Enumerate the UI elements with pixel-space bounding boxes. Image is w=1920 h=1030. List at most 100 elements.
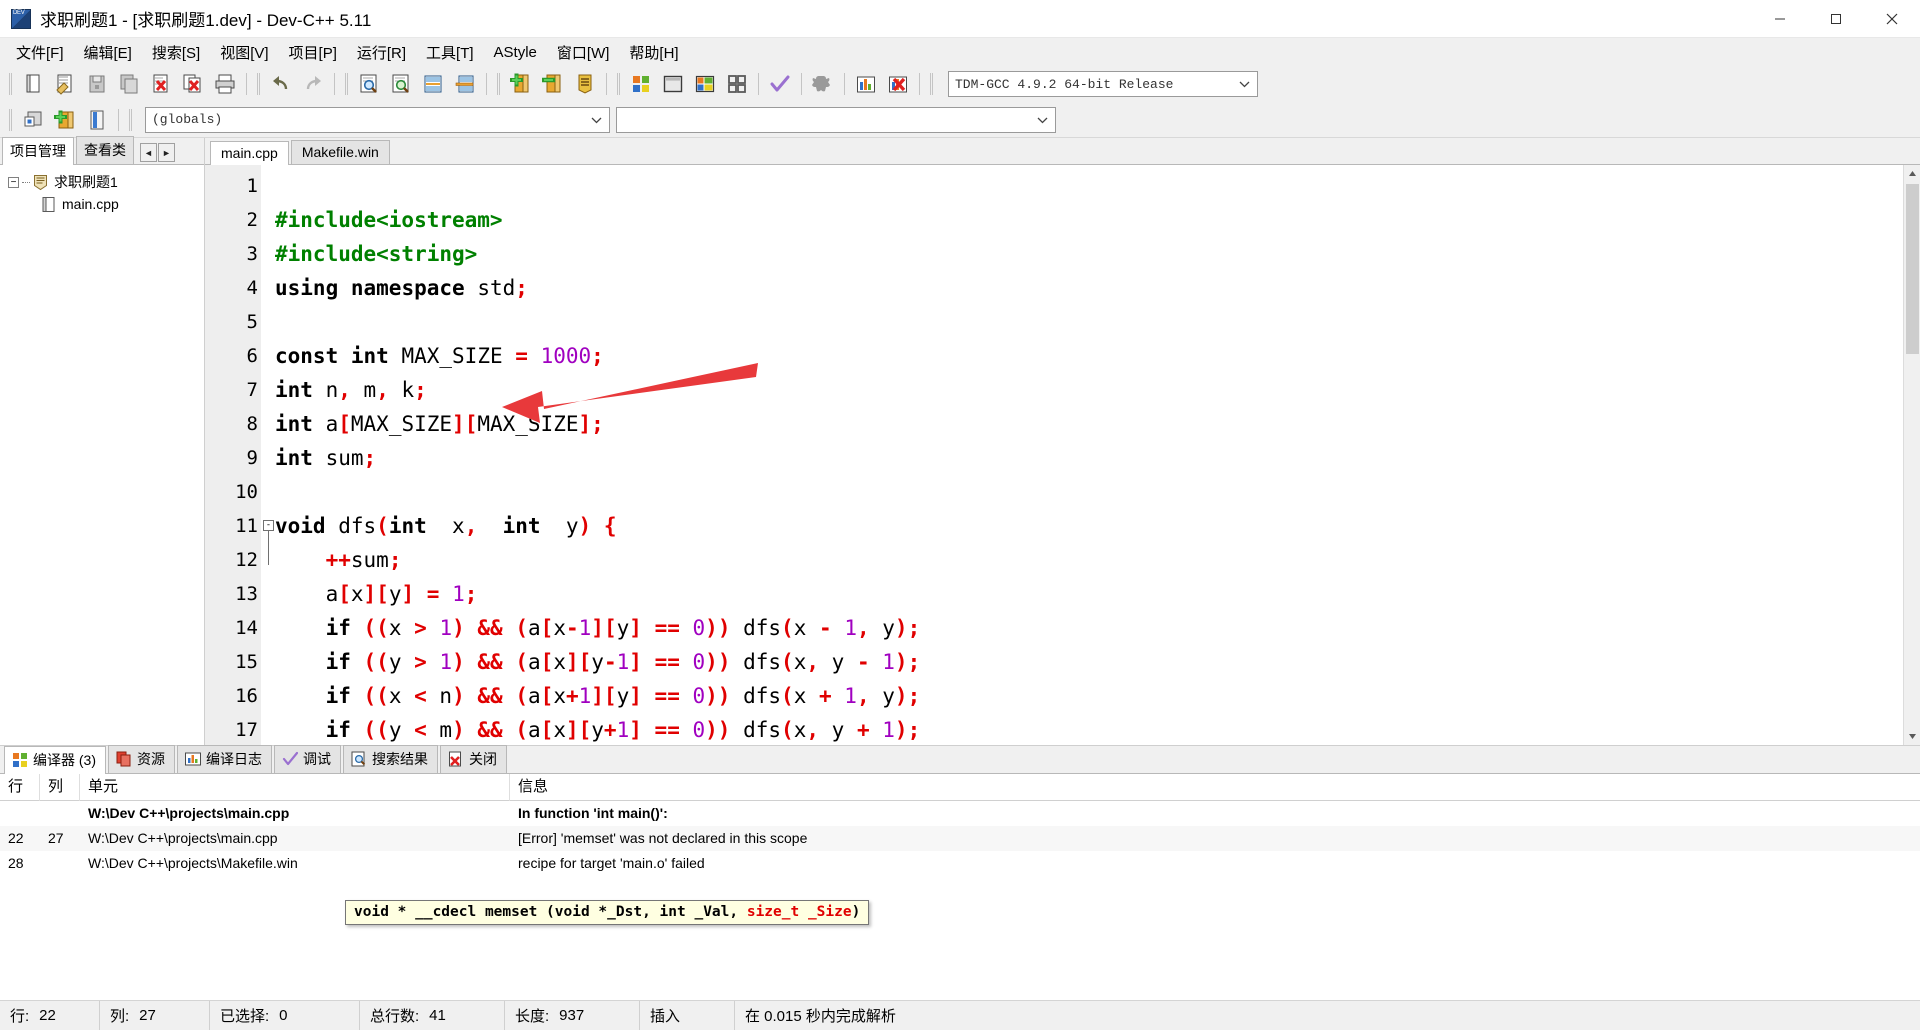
tab-compile-log[interactable]: 编译日志 [177, 745, 272, 773]
code-line[interactable]: #include<iostream> [275, 203, 1903, 237]
fold-toggle-icon[interactable]: - [263, 520, 274, 531]
menu-window[interactable]: 窗口[W] [547, 38, 620, 67]
undo-icon[interactable] [266, 69, 296, 99]
member-combobox[interactable] [616, 106, 1056, 133]
code-line[interactable]: #include<string> [275, 237, 1903, 271]
code-text[interactable]: #include<iostream> #include<string> using … [261, 165, 1903, 745]
redo-icon[interactable] [298, 69, 328, 99]
toolbar-grip[interactable] [9, 73, 12, 95]
menu-search[interactable]: 搜索[S] [142, 38, 210, 67]
scroll-up-button[interactable] [1903, 165, 1920, 182]
compile-icon[interactable] [626, 69, 656, 99]
scroll-left-button[interactable]: ◄ [140, 143, 157, 162]
scrollbar-track[interactable] [1903, 356, 1920, 728]
menu-help[interactable]: 帮助[H] [619, 38, 688, 67]
code-line[interactable]: if ((y > 1) && (a[x][y-1] == 0)) dfs(x, … [275, 645, 1903, 679]
profile-icon[interactable] [851, 69, 881, 99]
scrollbar-thumb[interactable] [1905, 184, 1919, 354]
debug-icon[interactable] [883, 69, 913, 99]
code-line[interactable]: ++sum; [275, 543, 1903, 577]
toolbar2-grip-2[interactable] [129, 108, 132, 131]
insert-icon[interactable] [18, 105, 48, 135]
code-line[interactable]: using namespace std; [275, 271, 1903, 305]
compiler-set-combobox[interactable]: TDM-GCC 4.9.2 64-bit Release [948, 71, 1258, 97]
find-icon[interactable] [354, 69, 384, 99]
compile-run-icon[interactable] [690, 69, 720, 99]
save-file-icon[interactable] [82, 69, 112, 99]
class-browser-combobox[interactable]: (globals) [145, 106, 610, 133]
code-line[interactable]: int n, m, k; [275, 373, 1903, 407]
syntax-check-icon[interactable] [765, 69, 795, 99]
column-header-column[interactable]: 列 [40, 774, 80, 801]
maximize-button[interactable] [1808, 0, 1864, 38]
table-row[interactable]: 28 W:\Dev C++\projects\Makefile.win recipe… [0, 851, 1920, 876]
remove-from-project-icon[interactable] [538, 69, 568, 99]
new-file-icon[interactable] [18, 69, 48, 99]
menu-astyle[interactable]: AStyle [484, 40, 547, 65]
tab-compiler[interactable]: 编译器 (3) [4, 746, 106, 774]
close-button[interactable] [1864, 0, 1920, 38]
toolbar-grip-2[interactable] [257, 73, 260, 95]
close-all-icon[interactable] [178, 69, 208, 99]
code-line[interactable]: int sum; [275, 441, 1903, 475]
menu-run[interactable]: 运行[R] [347, 38, 416, 67]
project-tree[interactable]: − 求职刷题1 main.cpp [0, 165, 204, 745]
tab-makefile-win[interactable]: Makefile.win [290, 140, 390, 164]
menu-view[interactable]: 视图[V] [210, 38, 278, 67]
code-line[interactable] [275, 475, 1903, 509]
toggle-bookmark-icon[interactable] [50, 105, 80, 135]
code-line[interactable]: if ((x < n) && (a[x+1][y] == 0)) dfs(x +… [275, 679, 1903, 713]
column-header-unit[interactable]: 单元 [80, 774, 510, 801]
stop-execution-icon[interactable] [808, 69, 838, 99]
table-row[interactable]: W:\Dev C++\projects\main.cpp In function … [0, 801, 1920, 826]
goto-function-icon[interactable] [450, 69, 480, 99]
expander-collapse-icon[interactable]: − [8, 176, 19, 188]
menu-edit[interactable]: 编辑[E] [74, 38, 142, 67]
toolbar-grip-6[interactable] [930, 73, 933, 95]
code-line[interactable]: const int MAX_SIZE = 1000; [275, 339, 1903, 373]
tab-debug[interactable]: 调试 [274, 745, 341, 773]
menu-project[interactable]: 项目[P] [279, 38, 347, 67]
tab-close-panel[interactable]: 关闭 [440, 745, 507, 773]
rebuild-all-icon[interactable] [722, 69, 752, 99]
tab-class-browser[interactable]: 查看类 [76, 136, 134, 164]
tab-resource[interactable]: 资源 [108, 745, 175, 773]
tree-row-file[interactable]: main.cpp [0, 193, 204, 215]
column-header-line[interactable]: 行 [0, 774, 40, 801]
goto-line-icon[interactable] [418, 69, 448, 99]
scroll-down-button[interactable] [1903, 728, 1920, 745]
project-options-icon[interactable] [570, 69, 600, 99]
print-icon[interactable] [210, 69, 240, 99]
scroll-right-button[interactable]: ► [158, 143, 175, 162]
code-line[interactable]: void dfs(int x, int y) { [275, 509, 1903, 543]
code-token: == [654, 650, 680, 674]
code-line[interactable]: a[x][y] = 1; [275, 577, 1903, 611]
code-line[interactable]: if ((x > 1) && (a[x-1][y] == 0)) dfs(x -… [275, 611, 1903, 645]
run-icon[interactable] [658, 69, 688, 99]
table-row[interactable]: 22 27 W:\Dev C++\projects\main.cpp [Error] … [0, 826, 1920, 851]
add-to-project-icon[interactable] [506, 69, 536, 99]
minimize-button[interactable] [1752, 0, 1808, 38]
menu-tools[interactable]: 工具[T] [416, 38, 484, 67]
toolbar-grip-3[interactable] [345, 73, 348, 95]
toolbar2-grip[interactable] [9, 108, 12, 131]
tab-main-cpp[interactable]: main.cpp [210, 141, 289, 165]
toolbar-grip-5[interactable] [617, 73, 620, 95]
open-file-icon[interactable] [50, 69, 80, 99]
menu-file[interactable]: 文件[F] [6, 38, 74, 67]
save-all-icon[interactable] [114, 69, 144, 99]
code-line[interactable] [275, 169, 1903, 203]
replace-icon[interactable] [386, 69, 416, 99]
goto-bookmark-icon[interactable] [82, 105, 112, 135]
code-line[interactable] [275, 305, 1903, 339]
toolbar-grip-4[interactable] [497, 73, 500, 95]
tree-row-project[interactable]: − 求职刷题1 [0, 171, 204, 193]
column-header-message[interactable]: 信息 [510, 774, 1920, 801]
code-line[interactable]: if ((y < m) && (a[x][y+1] == 0)) dfs(x, … [275, 713, 1903, 745]
close-file-icon[interactable] [146, 69, 176, 99]
tab-project-manager[interactable]: 项目管理 [2, 137, 74, 165]
tab-search-results[interactable]: 搜索结果 [343, 745, 438, 773]
code-line[interactable]: int a[MAX_SIZE][MAX_SIZE]; [275, 407, 1903, 441]
editor-vertical-scrollbar[interactable] [1903, 165, 1920, 745]
